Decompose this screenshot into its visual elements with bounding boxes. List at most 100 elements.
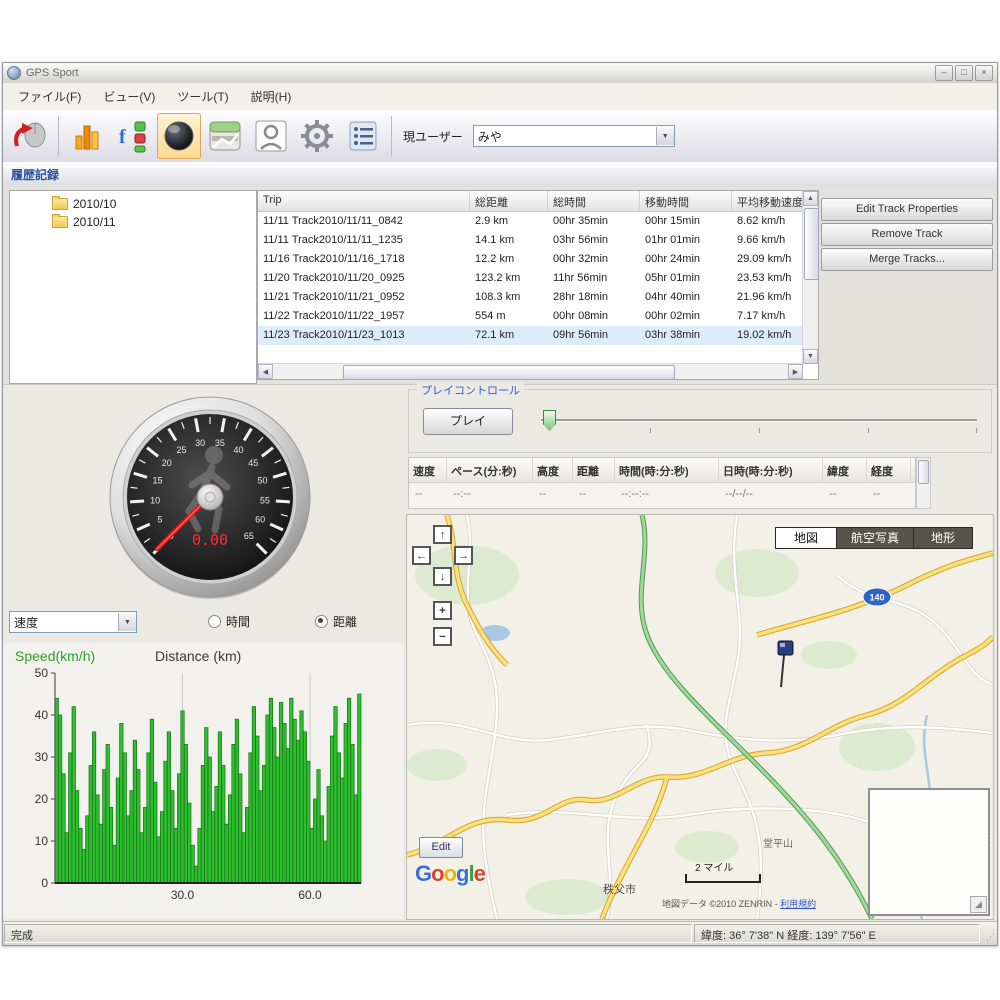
settings-gear-icon[interactable] [295,113,339,159]
gps-device-icon[interactable] [8,113,52,159]
pan-right-button[interactable]: → [454,546,473,565]
playback-slider[interactable] [541,408,978,434]
menu-item-3[interactable]: 説明(H) [240,84,303,109]
menu-item-2[interactable]: ツール(T) [166,84,239,109]
track-column-header[interactable]: 総距離 [470,191,548,211]
track-row-6[interactable]: 11/23 Track2010/11/23_1013 72.1 km 09hr 56… [258,326,818,345]
plot-metric-combobox[interactable]: 速度 ▼ [9,611,137,633]
current-user-combobox[interactable]: みや ▼ [472,125,675,147]
map-type-satellite-button[interactable]: 航空写真 [836,527,914,549]
map-type-map-button[interactable]: 地図 [775,527,837,549]
map-edit-button[interactable]: Edit [419,837,463,858]
plot-metric-value: 速度 [14,615,39,630]
scroll-up-icon[interactable]: ▲ [803,191,818,206]
track-cell: 2.9 km [475,215,509,227]
pan-down-button[interactable]: ↓ [433,567,452,586]
scroll-thumb[interactable] [343,365,675,380]
scroll-left-icon[interactable]: ◀ [258,364,273,379]
edit-track-properties-button[interactable]: Edit Track Properties [821,198,993,221]
resize-grip[interactable]: ⋰ [981,922,997,945]
current-user-value: みや [477,129,502,144]
terms-link[interactable]: 利用規約 [780,899,816,909]
x-axis-time-radio[interactable]: 時間 [208,613,250,630]
chevron-down-icon[interactable]: ▼ [655,127,674,145]
zoom-out-button[interactable]: − [433,627,452,646]
track-cell: 7.17 km/h [737,310,786,322]
track-cell: 00hr 24min [645,253,701,265]
scroll-thumb[interactable] [918,460,929,484]
section-header: 履歴記録 [3,162,997,187]
user-icon[interactable] [249,113,293,159]
horizontal-scrollbar[interactable]: ◀ ▶ [258,363,803,380]
scroll-thumb[interactable] [804,208,819,280]
radio-checked-icon[interactable] [315,615,328,628]
menu-item-1[interactable]: ビュー(V) [92,84,166,109]
pan-left-button[interactable]: ← [412,546,431,565]
track-cell: 01hr 01min [645,234,701,246]
play-button[interactable]: プレイ [423,408,513,435]
tree-folder-0[interactable]: 2010/10 [10,195,256,213]
svg-text:40: 40 [35,708,49,722]
x-axis-distance-radio[interactable]: 距離 [315,613,357,630]
details-list-icon[interactable] [341,113,385,159]
radio-icon[interactable] [208,615,221,628]
track-cell: 09hr 56min [553,329,609,341]
track-row-4[interactable]: 11/21 Track2010/11/21_0952 108.3 km 28hr 1… [258,288,818,307]
track-row-5[interactable]: 11/22 Track2010/11/22_1957 554 m 00hr 08mi… [258,307,818,326]
city-label: 秩父市 [603,882,636,896]
status-glyph: f [119,121,146,153]
telemetry-column-header: 日時(時:分:秒) [719,458,823,482]
map-view[interactable]: 140 彩甲斐街道 堂平山 秩父市 ↑ ← → ↓ + − 地図 [406,514,994,920]
tree-folder-1[interactable]: 2010/11 [10,213,256,231]
close-button[interactable]: × [975,65,993,81]
svg-text:0: 0 [41,876,48,890]
radio-label: 時間 [226,615,251,629]
slider-thumb[interactable] [543,410,556,431]
slider-tick [759,428,760,433]
map-scale: 2 マイル [685,859,761,883]
scroll-right-icon[interactable]: ▶ [788,364,803,379]
telemetry-cell: -- [579,488,587,500]
track-cell: 00hr 32min [553,253,609,265]
track-column-header[interactable]: 総時間 [548,191,640,211]
statistics-icon[interactable] [65,113,109,159]
pan-up-button[interactable]: ↑ [433,525,452,544]
menu-item-0[interactable]: ファイル(F) [7,84,92,109]
vertical-scrollbar[interactable]: ▲ ▼ [802,191,819,364]
merge-tracks-button[interactable]: Merge Tracks... [821,248,993,271]
track-row-3[interactable]: 11/20 Track2010/11/20_0925 123.2 km 11hr 5… [258,269,818,288]
track-column-header[interactable]: 平均移動速度 [732,191,803,211]
slider-track[interactable] [541,419,977,422]
map-type-terrain-button[interactable]: 地形 [913,527,973,549]
track-cell: 72.1 km [475,329,515,341]
history-globe-icon[interactable] [157,113,201,159]
track-cell: 12.2 km [475,253,515,265]
folder-icon [52,196,68,210]
maximize-button[interactable]: □ [955,65,973,81]
scroll-down-icon[interactable]: ▼ [803,349,818,364]
minimize-button[interactable]: – [935,65,953,81]
svg-text:30: 30 [195,438,205,448]
inset-toggle-icon[interactable]: ◢ [970,896,987,913]
track-row-0[interactable]: 11/11 Track2010/11/11_0842 2.9 km 00hr 35m… [258,212,818,231]
status-bar: 完成 緯度: 36° 7'38" N 経度: 139° 7'56" E ⋰ [3,921,997,945]
track-row-1[interactable]: 11/11 Track2010/11/11_1235 14.1 km 03hr 56… [258,231,818,250]
globe-glyph [164,121,194,151]
status-message: 完成 [4,924,692,943]
track-column-header[interactable]: Trip [258,191,470,211]
track-column-header[interactable]: 移動時間 [640,191,732,211]
track-cell: 11/23 Track2010/11/23_1013 [263,329,405,341]
activity-status-icon[interactable]: f [111,113,155,159]
telemetry-column-header: 時間(時:分:秒) [615,458,719,482]
svg-text:f: f [119,126,126,148]
track-cell: 8.62 km/h [737,215,786,227]
remove-track-button[interactable]: Remove Track [821,223,993,246]
chart-ylabel: Speed(km/h) [15,648,95,664]
overview-map-inset: ◢ [868,788,990,916]
telemetry-cell: --:--:-- [621,488,650,500]
telemetry-scrollbar[interactable] [916,457,931,509]
zoom-in-button[interactable]: + [433,601,452,620]
chevron-down-icon[interactable]: ▼ [118,613,136,631]
track-row-2[interactable]: 11/16 Track2010/11/16_1718 12.2 km 00hr 32… [258,250,818,269]
route-map-icon[interactable] [203,113,247,159]
